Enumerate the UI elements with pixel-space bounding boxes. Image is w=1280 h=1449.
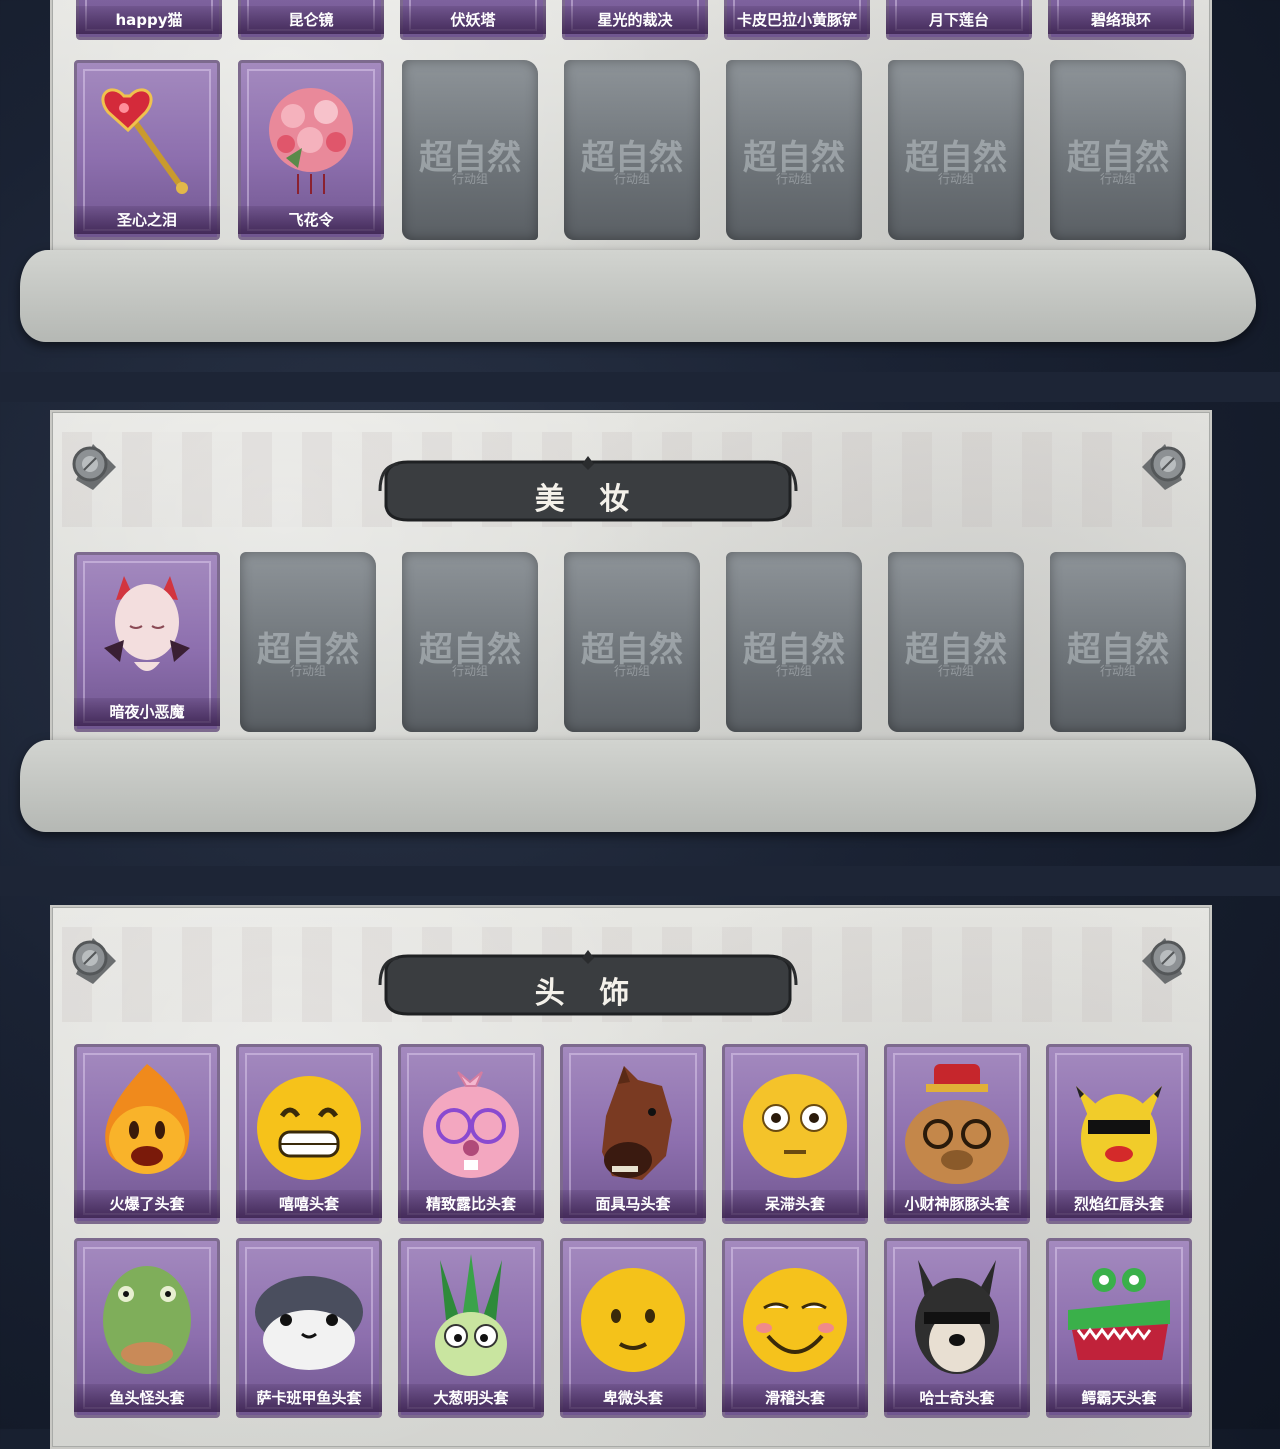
item-card-humble-head[interactable]: 卑微头套 (560, 1238, 706, 1418)
crocodile-head-icon (1068, 1268, 1170, 1360)
sacabambaspis-head-icon (255, 1276, 363, 1370)
watermark-subtext: 行动组 (613, 664, 650, 678)
empty-slot: 超自然 行动组 (564, 60, 700, 240)
watermark-subtext: 行动组 (451, 664, 488, 678)
item-label: 飞花令 (238, 206, 384, 234)
item-card-horse-head[interactable]: 面具马头套 (560, 1044, 706, 1224)
watermark-subtext: 行动组 (451, 172, 488, 186)
section-banner-headwear: 头 饰 (378, 950, 798, 1020)
section-title: 头 饰 (534, 976, 642, 1011)
item-label: 小财神豚豚头套 (884, 1190, 1030, 1218)
item-card-grin-head[interactable]: 嘻嘻头套 (236, 1044, 382, 1224)
empty-slot: 超自然 行动组 (402, 552, 538, 732)
watermark-subtext: 行动组 (289, 664, 326, 678)
humble-emoji-head-icon (581, 1268, 685, 1372)
item-card-funny-head[interactable]: 滑稽头套 (722, 1238, 868, 1418)
watermark-subtext: 行动组 (937, 172, 974, 186)
empty-slot: 超自然 行动组 (888, 60, 1024, 240)
empty-slot: 超自然 行动组 (888, 552, 1024, 732)
item-label: 嘻嘻头套 (236, 1190, 382, 1218)
item-label: 呆滞头套 (722, 1190, 868, 1218)
item-card[interactable]: 月下莲台 (886, 0, 1032, 40)
item-label: 滑稽头套 (722, 1384, 868, 1412)
item-label: 面具马头套 (560, 1190, 706, 1218)
item-label: 萨卡班甲鱼头套 (236, 1384, 382, 1412)
rivet-icon (1142, 938, 1186, 984)
item-card-fire-head[interactable]: 火爆了头套 (74, 1044, 220, 1224)
dazed-emoji-head-icon (743, 1074, 847, 1178)
item-card-heart-scepter[interactable]: 圣心之泪 (74, 60, 220, 240)
empty-slot: 超自然 行动组 (240, 552, 376, 732)
item-card-pikachu-head[interactable]: 烈焰红唇头套 (1046, 1044, 1192, 1224)
pikachu-lips-head-icon (1076, 1086, 1162, 1182)
item-label: 碧络琅环 (1048, 6, 1194, 34)
scroll-bottom-edge (20, 740, 1256, 832)
watermark-subtext: 行动组 (1099, 664, 1136, 678)
empty-slot: 超自然 行动组 (1050, 552, 1186, 732)
rivet-icon (72, 938, 116, 984)
rivet-icon (1142, 444, 1186, 490)
item-card-dazed-head[interactable]: 呆滞头套 (722, 1044, 868, 1224)
item-label: 精致露比头套 (398, 1190, 544, 1218)
section-title: 美 妆 (534, 482, 642, 517)
item-label: 烈焰红唇头套 (1046, 1190, 1192, 1218)
empty-slot: 超自然 行动组 (564, 552, 700, 732)
item-card[interactable]: 碧络琅环 (1048, 0, 1194, 40)
item-label: 星光的裁决 (562, 6, 708, 34)
item-label: 圣心之泪 (74, 206, 220, 234)
watermark-subtext: 行动组 (1099, 172, 1136, 186)
watermark-subtext: 行动组 (775, 664, 812, 678)
item-label: 卡皮巴拉小黄豚铲 (724, 6, 870, 34)
empty-slot: 超自然 行动组 (1050, 60, 1186, 240)
item-label: 暗夜小恶魔 (74, 698, 220, 726)
rivet-icon (72, 444, 116, 490)
item-label: 哈士奇头套 (884, 1384, 1030, 1412)
empty-slot: 超自然 行动组 (726, 552, 862, 732)
item-label: 大葱明头套 (398, 1384, 544, 1412)
grin-emoji-head-icon (257, 1076, 361, 1180)
item-label: happy猫 (76, 6, 222, 34)
item-card[interactable]: 昆仑镜 (238, 0, 384, 40)
devil-face-icon (104, 576, 190, 671)
capybara-god-head-icon (905, 1064, 1009, 1184)
watermark-subtext: 行动组 (613, 172, 650, 186)
item-card-devil[interactable]: 暗夜小恶魔 (74, 552, 220, 732)
scallion-head-icon (435, 1254, 507, 1376)
item-card-husky-head[interactable]: 哈士奇头套 (884, 1238, 1030, 1418)
scroll-bottom-edge (20, 250, 1256, 342)
item-label: 鱼头怪头套 (74, 1384, 220, 1412)
funny-emoji-head-icon (743, 1268, 847, 1372)
item-card[interactable]: 卡皮巴拉小黄豚铲 (724, 0, 870, 40)
item-card-capybara-head[interactable]: 小财神豚豚头套 (884, 1044, 1030, 1224)
item-label: 月下莲台 (886, 6, 1032, 34)
empty-slot: 超自然 行动组 (726, 60, 862, 240)
fire-head-icon (105, 1064, 190, 1174)
empty-slot: 超自然 行动组 (402, 60, 538, 240)
horse-mask-icon (602, 1066, 672, 1180)
heart-scepter-icon (101, 88, 188, 194)
item-label: 卑微头套 (560, 1384, 706, 1412)
background-strip (0, 372, 1280, 402)
watermark-subtext: 行动组 (937, 664, 974, 678)
item-card[interactable]: happy猫 (76, 0, 222, 40)
item-label: 鳄霸天头套 (1046, 1384, 1192, 1412)
pink-beaver-head-icon (423, 1071, 519, 1178)
item-card-sacabambaspis-head[interactable]: 萨卡班甲鱼头套 (236, 1238, 382, 1418)
item-card[interactable]: 星光的裁决 (562, 0, 708, 40)
item-card-fish-head[interactable]: 鱼头怪头套 (74, 1238, 220, 1418)
husky-head-icon (915, 1260, 999, 1374)
background-strip (0, 866, 1280, 896)
item-label: 昆仑镜 (238, 6, 384, 34)
fish-head-icon (103, 1266, 191, 1374)
watermark-subtext: 行动组 (775, 172, 812, 186)
item-card-crocodile-head[interactable]: 鳄霸天头套 (1046, 1238, 1192, 1418)
item-card[interactable]: 伏妖塔 (400, 0, 546, 40)
section-banner-makeup: 美 妆 (378, 456, 798, 526)
item-card-scallion-head[interactable]: 大葱明头套 (398, 1238, 544, 1418)
item-label: 伏妖塔 (400, 6, 546, 34)
flower-ball-icon (269, 88, 353, 194)
item-card-loopy-head[interactable]: 精致露比头套 (398, 1044, 544, 1224)
item-card-flower-ball[interactable]: 飞花令 (238, 60, 384, 240)
item-label: 火爆了头套 (74, 1190, 220, 1218)
